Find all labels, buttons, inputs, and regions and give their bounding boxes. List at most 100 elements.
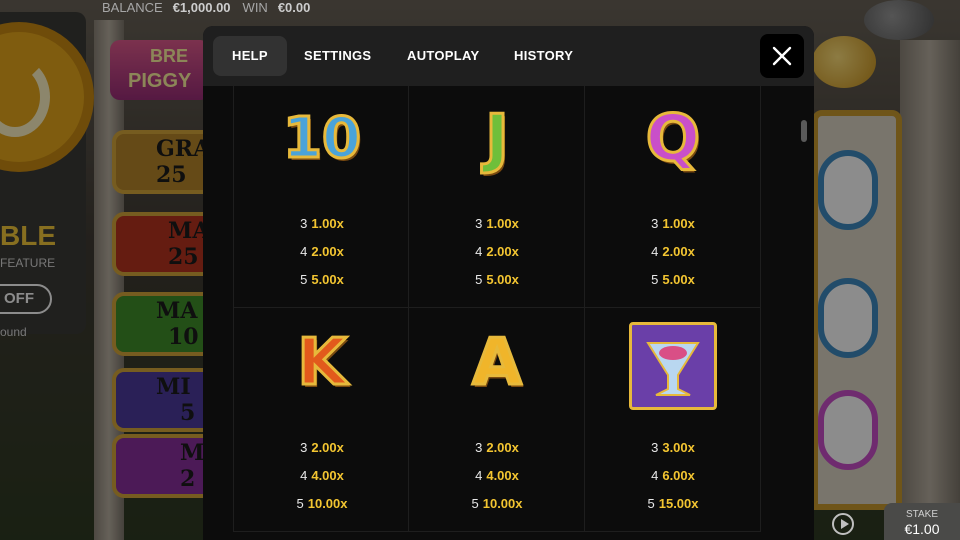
paytable-cell: 10 3 1.00x 4 2.00x 5 5.00x	[233, 86, 409, 308]
pay-row: 4 2.00x	[234, 244, 410, 259]
pay-count: 5	[471, 496, 479, 511]
cocktail-glass-icon	[629, 322, 717, 410]
king-symbol-icon: K	[274, 318, 370, 408]
pay-row: 4 2.00x	[409, 244, 585, 259]
win-label: WIN	[242, 0, 268, 15]
jackpot-name: MI	[156, 374, 191, 400]
paytable-cell: J 3 1.00x 4 2.00x 5 5.00x	[409, 86, 585, 308]
pay-row: 5 5.00x	[585, 272, 761, 287]
stone-pig-icon	[864, 0, 934, 40]
pay-count: 3	[475, 216, 483, 231]
pay-row: 3 1.00x	[409, 216, 585, 231]
jackpot-maxi: MA 10	[112, 292, 216, 356]
jackpot-name: MA	[156, 298, 198, 324]
jackpot-value: 10	[168, 324, 199, 350]
pay-count: 3	[300, 440, 308, 455]
ace-symbol-icon: A	[449, 318, 545, 408]
pay-multiplier: 3.00x	[662, 440, 695, 455]
pay-multiplier: 10.00x	[307, 496, 348, 511]
stake-button[interactable]: STAKE €1.00	[884, 503, 960, 540]
pay-multiplier: 6.00x	[662, 468, 695, 483]
pay-count: 3	[651, 216, 659, 231]
pay-multiplier: 10.00x	[482, 496, 523, 511]
paytable-cell: A 3 2.00x 4 4.00x 5 10.00x	[409, 308, 585, 532]
pay-count: 3	[300, 216, 308, 231]
pay-count: 5	[647, 496, 655, 511]
win-value: €0.00	[277, 0, 311, 15]
pay-multiplier: 1.00x	[662, 216, 695, 231]
scrollbar-thumb[interactable]	[801, 120, 807, 142]
jackpot-grand: GRA 25	[112, 130, 216, 194]
jackpot-value: 5	[180, 400, 196, 426]
feature-title: BLE	[0, 220, 56, 251]
pay-multiplier: 2.00x	[486, 244, 519, 259]
jackpot-value: 2	[180, 466, 196, 492]
balance-value: €1,000.00	[172, 0, 231, 15]
paytable-cell: K 3 2.00x 4 4.00x 5 10.00x	[233, 308, 409, 532]
reel-ten-symbol-icon	[818, 150, 878, 230]
pay-row: 3 2.00x	[234, 440, 410, 455]
jackpot-name: M	[180, 440, 205, 466]
pay-multiplier: 4.00x	[486, 468, 519, 483]
queen-symbol-icon: Q	[625, 94, 721, 184]
pay-multiplier: 1.00x	[311, 216, 344, 231]
jackpot-major: MA 25	[112, 212, 216, 276]
stone-pillar	[900, 40, 960, 510]
pay-count: 4	[300, 468, 308, 483]
paytable-scroll-area[interactable]: 10 3 1.00x 4 2.00x 5 5.00x J 3 1.00x 4 2.00x 5 5.00x Q…	[203, 86, 814, 540]
symbol-label: J	[484, 101, 511, 178]
pay-count: 4	[651, 244, 659, 259]
pay-count: 3	[475, 440, 483, 455]
paytable-cell: Q 3 1.00x 4 2.00x 5 5.00x	[585, 86, 761, 308]
pay-multiplier: 5.00x	[486, 272, 519, 287]
symbol-label: Q	[644, 101, 701, 178]
feature-panel: BLE FEATURE OFF ound	[0, 12, 86, 339]
tab-history[interactable]: HISTORY	[514, 36, 573, 76]
stake-value: €1.00	[904, 521, 940, 537]
jackpot-minor: MI 5	[112, 368, 216, 432]
pay-row: 5 5.00x	[409, 272, 585, 287]
info-modal: HELP SETTINGS AUTOPLAY HISTORY 10 3 1.00x 4…	[203, 26, 814, 540]
pay-count: 4	[475, 244, 483, 259]
logo-line1: BRE	[150, 46, 189, 66]
pay-row: 3 1.00x	[234, 216, 410, 231]
autoplay-icon[interactable]	[832, 513, 854, 535]
close-button[interactable]	[760, 34, 804, 78]
pay-count: 3	[651, 440, 659, 455]
paytable-cell: 3 3.00x 4 6.00x 5 15.00x	[585, 308, 761, 532]
reel-ten-symbol-icon	[818, 278, 878, 358]
pay-count: 5	[300, 272, 308, 287]
pay-row: 3 1.00x	[585, 216, 761, 231]
modal-tab-bar: HELP SETTINGS AUTOPLAY HISTORY	[203, 26, 814, 86]
golden-pig-icon	[812, 36, 876, 88]
pay-row: 5 10.00x	[234, 496, 410, 511]
symbol-label: A	[471, 325, 524, 402]
pay-multiplier: 15.00x	[658, 496, 699, 511]
pay-row: 5 10.00x	[409, 496, 585, 511]
tab-settings[interactable]: SETTINGS	[304, 36, 371, 76]
symbol-label: 10	[282, 105, 363, 173]
jackpot-value: 25	[168, 244, 199, 270]
pay-count: 5	[651, 272, 659, 287]
pay-count: 5	[475, 272, 483, 287]
pay-multiplier: 1.00x	[486, 216, 519, 231]
stake-label: STAKE	[905, 509, 939, 520]
pay-row: 4 4.00x	[234, 468, 410, 483]
pay-multiplier: 2.00x	[486, 440, 519, 455]
pay-row: 3 2.00x	[409, 440, 585, 455]
pay-multiplier: 5.00x	[311, 272, 344, 287]
symbol-label: K	[296, 325, 349, 402]
pay-row: 4 2.00x	[585, 244, 761, 259]
jack-symbol-icon: J	[449, 94, 545, 184]
pay-multiplier: 2.00x	[311, 440, 344, 455]
ten-symbol-icon: 10	[274, 94, 370, 184]
game-logo: BRE PIGGY	[110, 40, 210, 100]
pay-count: 4	[475, 468, 483, 483]
tab-help[interactable]: HELP	[213, 36, 287, 76]
pay-count: 4	[300, 244, 308, 259]
pay-multiplier: 5.00x	[662, 272, 695, 287]
tab-autoplay[interactable]: AUTOPLAY	[407, 36, 479, 76]
pay-row: 5 15.00x	[585, 496, 761, 511]
feature-toggle[interactable]: OFF	[0, 284, 52, 314]
pay-multiplier: 2.00x	[662, 244, 695, 259]
